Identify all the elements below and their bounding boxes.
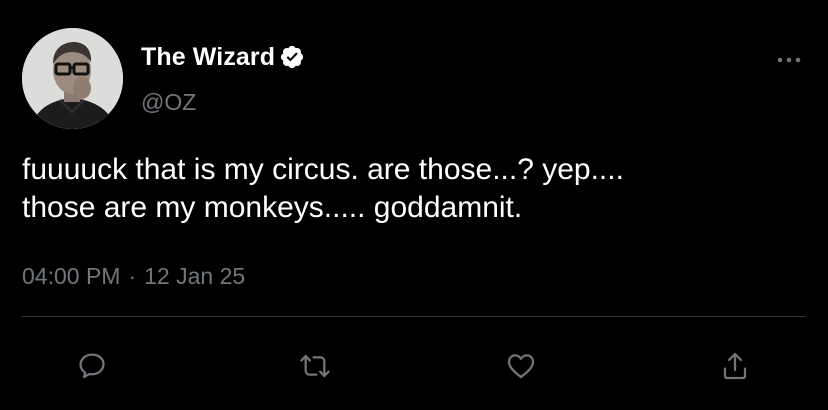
retweet-button[interactable]: [295, 346, 335, 386]
share-upload-icon: [723, 352, 747, 380]
divider: [22, 316, 806, 317]
more-options-icon[interactable]: [775, 50, 803, 70]
retweet-arrows-icon: [300, 354, 330, 378]
speech-bubble-icon: [79, 353, 105, 379]
display-name: The Wizard: [141, 43, 276, 71]
verified-badge-icon: [279, 44, 305, 70]
share-button[interactable]: [715, 346, 755, 386]
profile-photo-icon: [22, 28, 123, 129]
reply-button[interactable]: [72, 346, 112, 386]
tweet-metadata: 04:00 PM · 12 Jan 25: [22, 262, 245, 290]
heart-icon: [507, 354, 535, 379]
author-name-row[interactable]: The Wizard: [141, 42, 305, 72]
meta-separator: ·: [128, 263, 137, 289]
user-handle[interactable]: @OZ: [141, 88, 196, 116]
tweet-card: The Wizard @OZ fuuuuck that is my circus…: [0, 0, 828, 410]
avatar[interactable]: [22, 28, 123, 129]
tweet-text: fuuuuck that is my circus. are those...?…: [22, 153, 624, 224]
like-button[interactable]: [501, 346, 541, 386]
tweet-time[interactable]: 04:00 PM: [22, 262, 120, 290]
tweet-date[interactable]: 12 Jan 25: [144, 262, 245, 290]
